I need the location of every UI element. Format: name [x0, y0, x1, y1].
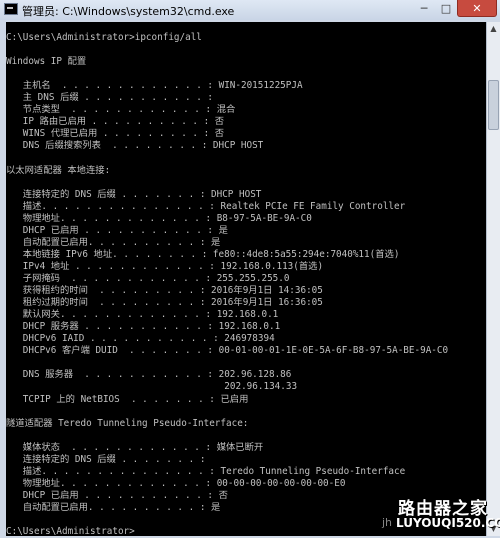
console-line: WINS 代理已启用 . . . . . . . . . : 否 — [6, 128, 225, 140]
watermark-url: LUYOUQI520.COM — [396, 516, 500, 530]
scroll-up-arrow-icon[interactable]: ▲ — [487, 22, 500, 36]
console-line: DHCP 已启用 . . . . . . . . . . . : 是 — [6, 224, 228, 236]
maximize-button[interactable]: □ — [435, 0, 457, 17]
console-line: 连接特定的 DNS 后缀 . . . . . . . : DHCP HOST — [6, 188, 262, 200]
console-line: 连接特定的 DNS 后缀 . . . . . . . : — [6, 453, 206, 465]
console-line: IPv4 地址 . . . . . . . . . . . . : 192.16… — [6, 260, 324, 272]
console-line: DHCPv6 IAID . . . . . . . . . . . : 2469… — [6, 333, 275, 345]
watermark-logo: jh 路由器之家 LUYOUQI520.COM — [382, 494, 500, 534]
console-line: 自动配置已启用. . . . . . . . . . : 是 — [6, 501, 221, 513]
console-line: DHCP 已启用 . . . . . . . . . . . : 否 — [6, 489, 228, 501]
console-line: C:\Users\Administrator>ipconfig/all — [6, 32, 202, 43]
console-line: 默认网关. . . . . . . . . . . . . : 192.168.… — [6, 309, 279, 321]
console-line: 主机名 . . . . . . . . . . . . . : WIN-2015… — [6, 80, 303, 92]
scroll-thumb[interactable] — [488, 80, 499, 130]
window-title: 管理员: C:\Windows\system32\cmd.exe — [22, 5, 235, 18]
console-line: Windows IP 配置 — [6, 56, 87, 68]
console-line: 租约过期的时间 . . . . . . . . . : 2016年9月1日 16… — [6, 297, 323, 309]
console-line: 子网掩码 . . . . . . . . . . . . : 255.255.2… — [6, 273, 290, 284]
console-line: 本地链接 IPv6 地址. . . . . . . . : fe80::4de8… — [6, 248, 400, 260]
console-line: IP 路由已启用 . . . . . . . . . . : 否 — [6, 116, 225, 128]
console-line: 描述. . . . . . . . . . . . . . . : Realte… — [6, 200, 406, 212]
console-line: DNS 后缀搜索列表 . . . . . . . . : DHCP HOST — [6, 140, 264, 152]
console-line: 隧道适配器 Teredo Tunneling Pseudo-Interface: — [6, 417, 249, 429]
vertical-scrollbar[interactable]: ▲ ▼ — [486, 22, 500, 536]
console-line: DHCPv6 客户端 DUID . . . . . . . : 00-01-00… — [6, 345, 449, 357]
watermark-prefix: jh — [382, 516, 393, 529]
close-button[interactable]: ✕ — [457, 0, 497, 17]
cmd-window: 管理员: C:\Windows\system32\cmd.exe ─ □ ✕ C… — [0, 0, 500, 538]
console-line: 202.96.134.33 — [6, 381, 298, 393]
console-line: 主 DNS 后缀 . . . . . . . . . . . : — [6, 92, 214, 104]
console-line: 获得租约的时间 . . . . . . . . . : 2016年9月1日 14… — [6, 285, 323, 297]
title-bar[interactable]: 管理员: C:\Windows\system32\cmd.exe ─ □ ✕ — [0, 0, 500, 20]
console-line: TCPIP 上的 NetBIOS . . . . . . . : 已启用 — [6, 393, 249, 405]
console-line: DNS 服务器 . . . . . . . . . . . : 202.96.1… — [6, 369, 292, 381]
console-line: 物理地址. . . . . . . . . . . . . : B8-97-5A… — [6, 212, 312, 224]
console-line: 以太网适配器 本地连接: — [6, 164, 111, 176]
console-line: 自动配置已启用. . . . . . . . . . : 是 — [6, 236, 221, 248]
minimize-button[interactable]: ─ — [413, 0, 435, 17]
console-line: 媒体状态 . . . . . . . . . . . . : 媒体已断开 — [6, 441, 264, 453]
console-line: 节点类型 . . . . . . . . . . . . : 混合 — [6, 104, 236, 116]
console-output[interactable]: C:\Users\Administrator>ipconfig/all Windo… — [6, 22, 486, 536]
console-line: C:\Users\Administrator> — [6, 526, 135, 536]
cmd-app-icon[interactable] — [4, 3, 18, 15]
console-line: 描述. . . . . . . . . . . . . . . : Teredo… — [6, 465, 406, 477]
console-line: 物理地址. . . . . . . . . . . . . : 00-00-00… — [6, 477, 346, 489]
console-line: DHCP 服务器 . . . . . . . . . . . : 192.168… — [6, 321, 281, 333]
